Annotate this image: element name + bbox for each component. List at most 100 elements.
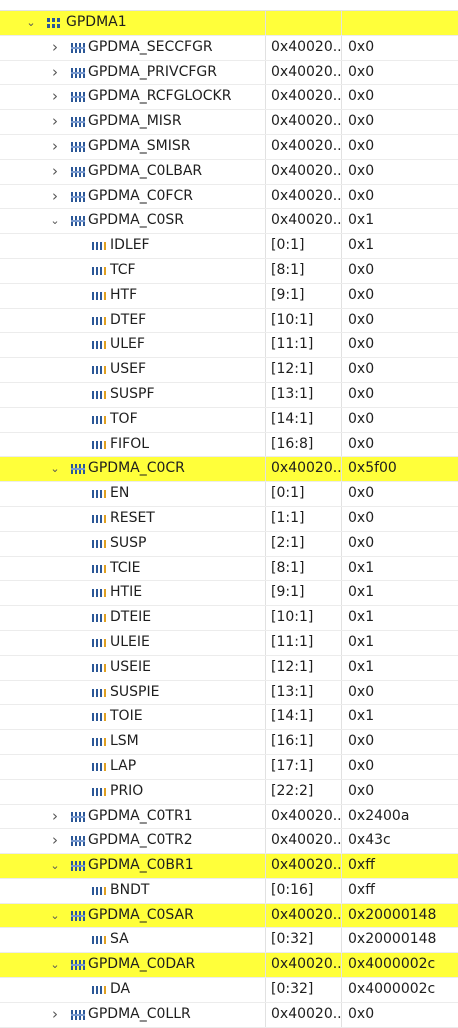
value-cell[interactable]: 0x0 — [343, 259, 458, 283]
register-row[interactable]: › GPDMA_C0LLR 0x40020... 0x0 — [0, 1002, 458, 1028]
field-row[interactable]: SUSP [2:1] 0x0 — [0, 531, 458, 557]
chevron-right-icon[interactable]: › — [48, 36, 62, 60]
value-cell[interactable]: 0xff — [343, 854, 458, 878]
value-cell[interactable]: 0x0 — [343, 284, 458, 308]
register-row[interactable]: ⌄ GPDMA_C0DAR 0x40020... 0x4000002c — [0, 953, 458, 979]
value-cell[interactable]: 0x1 — [343, 209, 458, 233]
chevron-right-icon[interactable]: › — [48, 829, 62, 853]
register-row[interactable]: › GPDMA_SMISR 0x40020... 0x0 — [0, 134, 458, 160]
field-row[interactable]: BNDT [0:16] 0xff — [0, 878, 458, 904]
value-cell[interactable]: 0x0 — [343, 135, 458, 159]
register-row[interactable]: › GPDMA_C0LBAR 0x40020... 0x0 — [0, 159, 458, 185]
field-row[interactable]: TCF [8:1] 0x0 — [0, 258, 458, 284]
chevron-right-icon[interactable]: › — [48, 110, 62, 134]
field-row[interactable]: TOIE [14:1] 0x1 — [0, 705, 458, 731]
value-cell[interactable]: 0x1 — [343, 606, 458, 630]
value-cell[interactable]: 0x20000148 — [343, 904, 458, 928]
chevron-down-icon[interactable]: ⌄ — [48, 854, 62, 878]
register-row[interactable]: › GPDMA_RCFGLOCKR 0x40020... 0x0 — [0, 85, 458, 111]
value-cell[interactable]: 0x0 — [343, 433, 458, 457]
value-cell[interactable]: 0x0 — [343, 532, 458, 556]
value-cell[interactable]: 0x0 — [343, 780, 458, 804]
value-cell[interactable]: 0x0 — [343, 309, 458, 333]
chevron-down-icon[interactable]: ⌄ — [48, 953, 62, 977]
field-row[interactable]: TCIE [8:1] 0x1 — [0, 556, 458, 582]
value-cell[interactable]: 0xff — [343, 879, 458, 903]
field-name: RESET — [110, 509, 155, 526]
field-row[interactable]: RESET [1:1] 0x0 — [0, 506, 458, 532]
value-cell[interactable]: 0x0 — [343, 36, 458, 60]
register-row[interactable]: ⌄ GPDMA_C0BR1 0x40020... 0xff — [0, 854, 458, 879]
field-row[interactable]: SUSPIE [13:1] 0x0 — [0, 680, 458, 706]
register-row[interactable]: › GPDMA_C0TR1 0x40020... 0x2400a — [0, 804, 458, 830]
value-cell[interactable]: 0x0 — [343, 110, 458, 134]
value-cell[interactable]: 0x0 — [343, 358, 458, 382]
value-cell[interactable]: 0x0 — [343, 507, 458, 531]
chevron-down-icon[interactable]: ⌄ — [24, 11, 38, 35]
field-row[interactable]: DTEF [10:1] 0x0 — [0, 308, 458, 334]
field-row[interactable]: DTEIE [10:1] 0x1 — [0, 606, 458, 631]
field-row[interactable]: SUSPF [13:1] 0x0 — [0, 382, 458, 408]
name-cell: LSM — [0, 730, 266, 754]
chevron-down-icon[interactable]: ⌄ — [48, 457, 62, 481]
value-cell[interactable]: 0x0 — [343, 160, 458, 184]
value-cell[interactable]: 0x0 — [343, 730, 458, 754]
value-cell[interactable]: 0x1 — [343, 631, 458, 655]
field-row[interactable]: USEF [12:1] 0x0 — [0, 358, 458, 383]
chevron-right-icon[interactable]: › — [48, 160, 62, 184]
field-row[interactable]: FIFOL [16:8] 0x0 — [0, 432, 458, 458]
value-cell[interactable]: 0x0 — [343, 482, 458, 506]
value-cell[interactable]: 0x0 — [343, 85, 458, 109]
value-cell[interactable]: 0x0 — [343, 681, 458, 705]
value-cell[interactable]: 0x43c — [343, 829, 458, 853]
chevron-right-icon[interactable]: › — [48, 85, 62, 109]
value-cell[interactable]: 0x1 — [343, 656, 458, 680]
field-row[interactable]: USEIE [12:1] 0x1 — [0, 655, 458, 681]
value-cell[interactable]: 0x0 — [343, 185, 458, 209]
chevron-down-icon[interactable]: ⌄ — [48, 209, 62, 233]
value-cell[interactable]: 0x0 — [343, 61, 458, 85]
field-row[interactable]: SA [0:32] 0x20000148 — [0, 928, 458, 954]
register-row[interactable]: ⌄ GPDMA_C0SR 0x40020... 0x1 — [0, 209, 458, 235]
chevron-down-icon[interactable]: ⌄ — [48, 904, 62, 928]
chevron-right-icon[interactable]: › — [48, 135, 62, 159]
field-row[interactable]: HTIE [9:1] 0x1 — [0, 581, 458, 607]
value-cell[interactable]: 0x1 — [343, 581, 458, 605]
register-row[interactable]: ⌄ GPDMA_C0CR 0x40020... 0x5f00 — [0, 457, 458, 483]
register-row[interactable]: › GPDMA_MISR 0x40020... 0x0 — [0, 110, 458, 135]
value-cell[interactable]: 0x4000002c — [343, 953, 458, 977]
chevron-right-icon[interactable]: › — [48, 185, 62, 209]
value-cell[interactable]: 0x0 — [343, 383, 458, 407]
value-cell[interactable]: 0x0 — [343, 755, 458, 779]
field-row[interactable]: EN [0:1] 0x0 — [0, 482, 458, 507]
field-row[interactable]: TOF [14:1] 0x0 — [0, 407, 458, 433]
field-row[interactable]: DA [0:32] 0x4000002c — [0, 978, 458, 1003]
register-row[interactable]: › GPDMA_C0FCR 0x40020... 0x0 — [0, 184, 458, 210]
register-row[interactable]: › GPDMA_C0TR2 0x40020... 0x43c — [0, 829, 458, 855]
peripheral-row-gpdma1[interactable]: ⌄ GPDMA1 — [0, 11, 458, 36]
chevron-right-icon[interactable]: › — [48, 1003, 62, 1027]
register-row[interactable]: ⌄ GPDMA_C0SAR 0x40020... 0x20000148 — [0, 903, 458, 929]
value-cell[interactable]: 0x1 — [343, 705, 458, 729]
field-row[interactable]: PRIO [22:2] 0x0 — [0, 779, 458, 805]
value-cell[interactable]: 0x0 — [343, 333, 458, 357]
value-cell[interactable]: 0x5f00 — [343, 457, 458, 481]
value-cell[interactable]: 0x20000148 — [343, 928, 458, 952]
value-cell[interactable]: 0x1 — [343, 234, 458, 258]
field-row[interactable]: ULEIE [11:1] 0x1 — [0, 630, 458, 656]
field-row[interactable]: ULEF [11:1] 0x0 — [0, 333, 458, 359]
chevron-right-icon[interactable]: › — [48, 61, 62, 85]
value-cell[interactable]: 0x0 — [343, 408, 458, 432]
value-cell[interactable]: 0x1 — [343, 557, 458, 581]
register-row[interactable]: › GPDMA_SECCFGR 0x40020... 0x0 — [0, 35, 458, 61]
field-name: IDLEF — [110, 237, 150, 254]
field-row[interactable]: IDLEF [0:1] 0x1 — [0, 234, 458, 259]
register-row[interactable]: › GPDMA_PRIVCFGR 0x40020... 0x0 — [0, 60, 458, 86]
value-cell[interactable]: 0x0 — [343, 1003, 458, 1027]
field-row[interactable]: LAP [17:1] 0x0 — [0, 754, 458, 780]
value-cell[interactable]: 0x4000002c — [343, 978, 458, 1002]
field-row[interactable]: HTF [9:1] 0x0 — [0, 283, 458, 309]
chevron-right-icon[interactable]: › — [48, 805, 62, 829]
value-cell[interactable]: 0x2400a — [343, 805, 458, 829]
field-row[interactable]: LSM [16:1] 0x0 — [0, 730, 458, 755]
